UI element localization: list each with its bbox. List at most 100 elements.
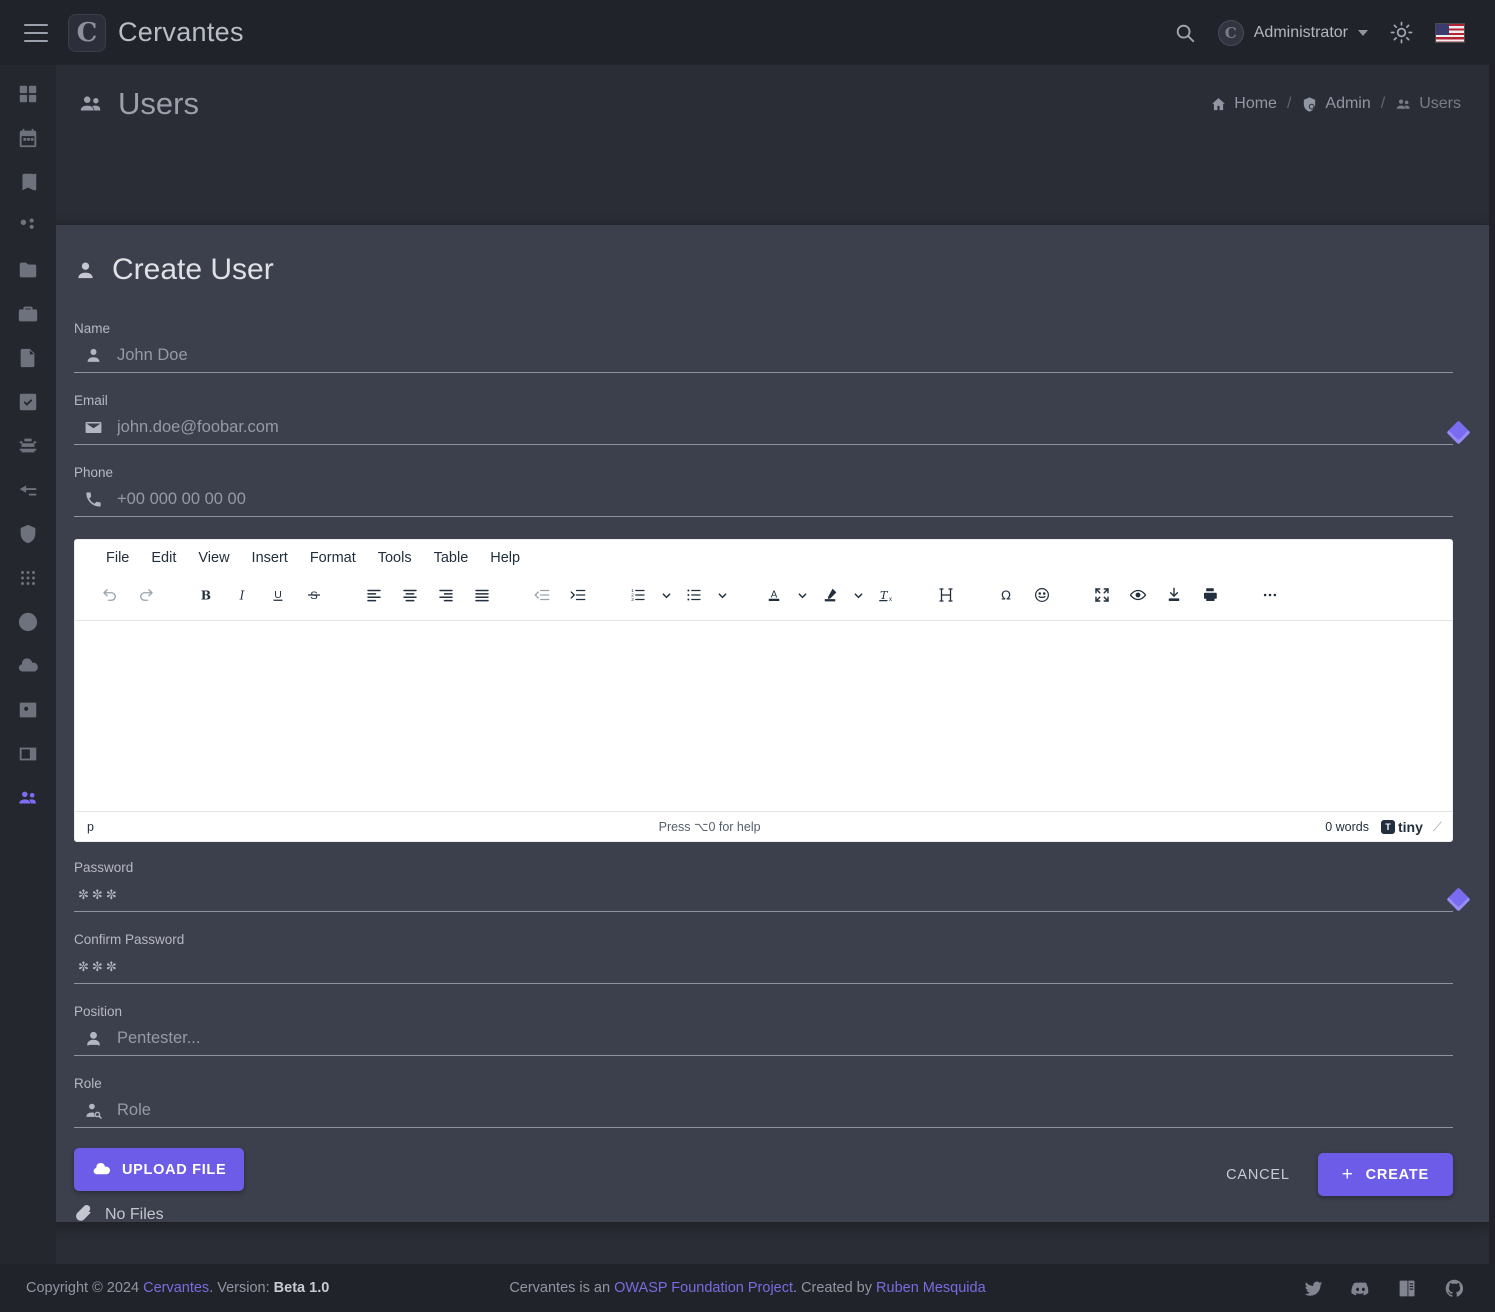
password-input-row[interactable]: ✼ ✼ ✼ [74,881,1453,912]
editor-resize-handle[interactable]: ⟋ [1433,819,1442,835]
hamburger-menu-icon[interactable] [24,23,48,42]
sidebar-item-clients[interactable] [15,301,41,327]
footer-owasp-link[interactable]: OWASP Foundation Project [614,1280,793,1296]
printer-icon[interactable] [1193,578,1227,612]
create-user-card: Create User Name Email [32,225,1495,1223]
sidebar-item-calendar[interactable] [15,125,41,151]
bullet-list-icon[interactable] [677,578,711,612]
editor-menu-tools[interactable]: Tools [369,546,421,570]
name-input-row[interactable] [74,342,1453,373]
undo-icon[interactable] [93,578,127,612]
sidebar-item-organizations[interactable] [15,213,41,239]
smiley-icon[interactable] [1025,578,1059,612]
email-input[interactable] [117,418,1453,437]
svg-text:S: S [310,590,318,602]
breadcrumb-users-label: Users [1419,95,1461,112]
sidebar-item-dashboard[interactable] [15,81,41,107]
tiny-label: tiny [1398,818,1423,835]
highlighter-chevron-down-icon[interactable] [849,578,867,612]
editor-menu-help[interactable]: Help [481,546,529,570]
breadcrumb-separator: / [1286,95,1292,112]
svg-text:3: 3 [631,597,634,602]
search-icon[interactable] [1174,22,1196,44]
language-flag-icon[interactable] [1435,22,1465,43]
align-right-icon[interactable] [429,578,463,612]
sidebar-item-vulnerabilities[interactable] [15,433,41,459]
text-color-icon[interactable]: A [757,578,791,612]
fullscreen-icon[interactable] [1085,578,1119,612]
outdent-icon[interactable] [525,578,559,612]
position-input[interactable] [117,1029,1453,1048]
underline-icon[interactable]: U [261,578,295,612]
breadcrumb-home-label: Home [1234,95,1277,112]
editor-menu-format[interactable]: Format [301,546,365,570]
footer-author-link[interactable]: Ruben Mesquida [876,1280,986,1296]
ellipsis-icon[interactable] [1253,578,1287,612]
italic-icon[interactable]: I [225,578,259,612]
sidebar-item-shield[interactable] [15,521,41,547]
editor-menu-table[interactable]: Table [425,546,478,570]
sidebar-item-time[interactable] [15,609,41,635]
position-input-row[interactable] [74,1025,1453,1056]
sidebar-item-uploads[interactable] [15,653,41,679]
name-input[interactable] [117,346,1453,365]
cancel-button[interactable]: CANCEL [1220,1157,1296,1193]
card-actions: CANCEL + CREATE [1220,1153,1453,1196]
password-input[interactable] [130,885,1453,904]
sidebar-item-apps[interactable] [15,565,41,591]
strikethrough-icon[interactable]: S [297,578,331,612]
person-icon [78,262,93,278]
editor-menu-edit[interactable]: Edit [142,546,185,570]
highlighter-icon[interactable] [813,578,847,612]
align-left-icon[interactable] [357,578,391,612]
align-center-icon[interactable] [393,578,427,612]
eye-icon[interactable] [1121,578,1155,612]
sidebar-item-contacts[interactable] [15,697,41,723]
editor-menu-view[interactable]: View [189,546,238,570]
sidebar-item-projects[interactable] [15,257,41,283]
upload-file-button[interactable]: UPLOAD FILE [74,1148,245,1191]
breadcrumb-item-home[interactable]: Home [1210,95,1277,113]
role-input-row[interactable] [74,1097,1453,1128]
editor-status-bar: p Press ⌥0 for help 0 words T tiny ⟋ [75,811,1452,841]
sidebar-item-archive[interactable] [15,741,41,767]
page-break-icon[interactable] [929,578,963,612]
confirm-password-input[interactable] [130,957,1453,976]
password-asterisks-icon: ✼ ✼ ✼ [78,959,117,974]
phone-input[interactable] [117,490,1453,509]
redo-icon[interactable] [129,578,163,612]
bold-icon[interactable]: B [189,578,223,612]
top-bar-actions: C Administrator [1174,19,1495,46]
editor-content-area[interactable] [75,621,1452,811]
editor-menu-insert[interactable]: Insert [243,546,297,570]
breadcrumb-item-admin[interactable]: Admin [1301,95,1371,113]
confirm-password-input-row[interactable]: ✼ ✼ ✼ [74,953,1453,984]
page-title: Users [78,86,199,122]
svg-text:B: B [201,589,211,603]
text-color-chevron-down-icon[interactable] [793,578,811,612]
align-justify-icon[interactable] [465,578,499,612]
user-menu[interactable]: C Administrator [1217,19,1368,46]
sidebar-item-users[interactable] [15,785,41,811]
numbered-list-chevron-down-icon[interactable] [657,578,675,612]
sun-icon[interactable] [1390,21,1413,44]
sidebar-item-reports[interactable] [15,345,41,371]
brand[interactable]: C Cervantes [68,13,244,52]
bullet-list-chevron-down-icon[interactable] [713,578,731,612]
sidebar-item-tasks[interactable] [15,389,41,415]
tinymce-branding[interactable]: T tiny [1381,819,1423,835]
email-input-row[interactable] [74,414,1453,445]
numbered-list-icon[interactable]: 123 [621,578,655,612]
download-icon[interactable] [1157,578,1191,612]
omega-icon[interactable]: Ω [989,578,1023,612]
editor-element-path[interactable]: p [87,820,94,834]
indent-icon[interactable] [561,578,595,612]
sidebar-item-knowledge-base[interactable] [15,169,41,195]
create-button[interactable]: + CREATE [1317,1153,1453,1196]
role-input[interactable] [117,1101,1453,1120]
role-label: Role [74,1076,102,1091]
phone-input-row[interactable] [74,486,1453,517]
sidebar-item-checklists[interactable] [15,477,41,503]
editor-menu-file[interactable]: File [97,546,138,570]
clear-format-icon[interactable]: Tx [869,578,903,612]
